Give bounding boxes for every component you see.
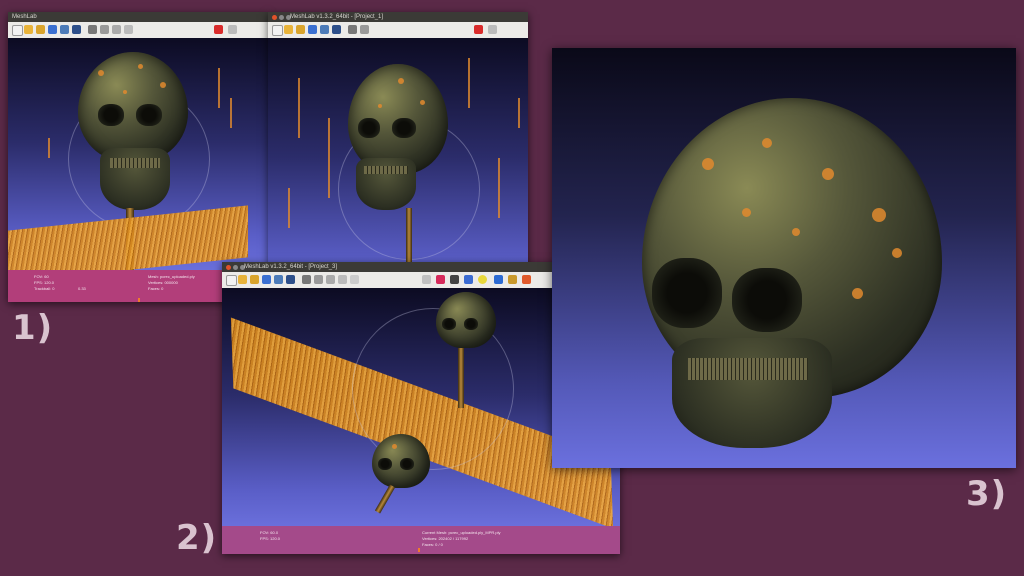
wire-icon[interactable] bbox=[314, 275, 323, 284]
wire-icon[interactable] bbox=[360, 25, 369, 34]
window-1-viewport[interactable] bbox=[8, 38, 268, 270]
status-vertices: Vertices: 000000 bbox=[148, 280, 178, 285]
skull-stand-top bbox=[458, 348, 464, 408]
label-one: 1) bbox=[12, 308, 54, 348]
select-icon[interactable] bbox=[494, 275, 503, 284]
reload-icon[interactable] bbox=[262, 275, 271, 284]
pointcloud-streak bbox=[288, 188, 290, 228]
meshlab-window-1: MeshLab FOV: 60 FPS: 120.0 Trackball: 0 … bbox=[8, 12, 268, 302]
meshlab-window-2: MeshLab v1.3.2_64bit - [Project_1] bbox=[268, 12, 528, 302]
smooth-icon[interactable] bbox=[338, 275, 347, 284]
search-icon[interactable] bbox=[228, 25, 237, 34]
pointcloud-streak bbox=[498, 158, 500, 218]
pointcloud-streak bbox=[328, 118, 330, 198]
flat-icon[interactable] bbox=[326, 275, 335, 284]
skull-jaw bbox=[356, 158, 416, 210]
layers-icon[interactable] bbox=[320, 25, 329, 34]
close-up-render bbox=[552, 48, 1016, 468]
progress-indicator bbox=[418, 548, 420, 552]
points-icon[interactable] bbox=[88, 25, 97, 34]
open-folder-icon[interactable] bbox=[284, 25, 293, 34]
reload-icon[interactable] bbox=[308, 25, 317, 34]
window-1-titlebar: MeshLab bbox=[8, 12, 268, 22]
new-file-icon[interactable] bbox=[12, 25, 23, 36]
delete-icon[interactable] bbox=[474, 25, 483, 34]
window-2-title: MeshLab v1.3.2_64bit - [Project_1] bbox=[290, 14, 384, 20]
pointcloud-streak bbox=[230, 98, 232, 128]
progress-indicator bbox=[138, 298, 140, 302]
skull-stand-bottom bbox=[374, 484, 396, 514]
smooth-icon[interactable] bbox=[124, 25, 133, 34]
flat-icon[interactable] bbox=[112, 25, 121, 34]
skull-model-bottom bbox=[372, 434, 430, 488]
label-three: 3) bbox=[966, 474, 1008, 514]
measure-icon[interactable] bbox=[450, 275, 459, 284]
new-file-icon[interactable] bbox=[272, 25, 283, 36]
status-current-mesh: Current Mesh: pcrec_uploaded.ply_MPR.ply bbox=[422, 530, 501, 535]
window-1-title: MeshLab bbox=[12, 14, 37, 20]
window-3-statusbar: FOV: 60.0 FPS: 120.0 Current Mesh: pcrec… bbox=[222, 526, 620, 554]
skull-jaw bbox=[100, 148, 170, 210]
align-icon[interactable] bbox=[478, 275, 487, 284]
pointcloud-streak bbox=[518, 98, 520, 128]
texture-icon[interactable] bbox=[350, 275, 359, 284]
pointcloud-streak bbox=[298, 78, 300, 138]
open-folder-icon[interactable] bbox=[238, 275, 247, 284]
status-faces: Faces: 0 / 0 bbox=[422, 542, 443, 547]
status-fps: FPS: 120.0 bbox=[260, 536, 281, 541]
window-2-titlebar: MeshLab v1.3.2_64bit - [Project_1] bbox=[268, 12, 528, 22]
points-icon[interactable] bbox=[302, 275, 311, 284]
status-trackball: Trackball: 0 bbox=[34, 286, 55, 291]
layers-icon[interactable] bbox=[60, 25, 69, 34]
points-icon[interactable] bbox=[348, 25, 357, 34]
render-icon[interactable] bbox=[72, 25, 81, 34]
status-vertices: Vertices: 202402 / 117992 bbox=[422, 536, 469, 541]
color-icon[interactable] bbox=[436, 275, 445, 284]
light-icon[interactable] bbox=[422, 275, 431, 284]
render-icon[interactable] bbox=[286, 275, 295, 284]
status-fov: FOV: 60 bbox=[34, 274, 49, 279]
status-zoom: 0.33 bbox=[78, 286, 86, 291]
layers-icon[interactable] bbox=[274, 275, 283, 284]
pointcloud-streak bbox=[48, 138, 50, 158]
window-1-toolbar bbox=[8, 22, 268, 39]
status-mesh: Mesh: pcrec_uploaded.ply bbox=[148, 274, 195, 279]
save-icon[interactable] bbox=[296, 25, 305, 34]
wire-icon[interactable] bbox=[100, 25, 109, 34]
save-icon[interactable] bbox=[250, 275, 259, 284]
new-file-icon[interactable] bbox=[226, 275, 237, 286]
pointcloud-streak bbox=[468, 58, 470, 108]
delete-icon[interactable] bbox=[522, 275, 531, 284]
reload-icon[interactable] bbox=[48, 25, 57, 34]
status-fps: FPS: 120.0 bbox=[34, 280, 55, 285]
status-fov: FOV: 60.0 bbox=[260, 530, 279, 535]
open-folder-icon[interactable] bbox=[24, 25, 33, 34]
window-3-title: MeshLab v1.3.2_64bit - [Project_3] bbox=[244, 264, 338, 270]
status-faces: Faces: 0 bbox=[148, 286, 164, 291]
skull-model-top bbox=[436, 292, 496, 348]
render-icon[interactable] bbox=[332, 25, 341, 34]
filter-icon[interactable] bbox=[464, 275, 473, 284]
window-2-toolbar bbox=[268, 22, 528, 39]
delete-icon[interactable] bbox=[214, 25, 223, 34]
paint-icon[interactable] bbox=[508, 275, 517, 284]
save-icon[interactable] bbox=[36, 25, 45, 34]
search-icon[interactable] bbox=[488, 25, 497, 34]
pointcloud-streak bbox=[218, 68, 220, 108]
skull-model bbox=[78, 52, 188, 162]
skull-jaw-large bbox=[672, 338, 832, 448]
label-two: 2) bbox=[176, 518, 218, 558]
